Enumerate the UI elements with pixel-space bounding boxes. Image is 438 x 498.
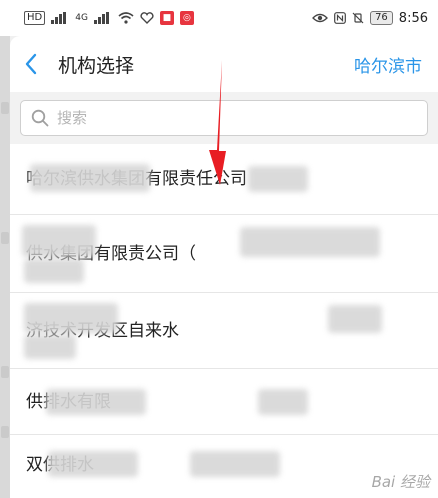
org-select-sheet: 机构选择 哈尔滨市 哈尔滨供水集团有限责任公司 供水集团有限责公司（ 济技术开发… [10,36,438,498]
background-ghost [1,232,9,244]
search-bar [10,92,438,144]
redaction-blur [24,303,118,333]
search-box[interactable] [20,100,428,136]
back-button[interactable] [10,36,52,92]
search-input[interactable] [57,109,417,127]
background-ghost [1,426,9,438]
clock: 8:56 [398,10,428,26]
signal-icon-2 [93,12,109,24]
wifi-icon [118,12,134,24]
redaction-blur [190,451,280,477]
redaction-blur [22,225,96,257]
background-app-edge [0,36,10,498]
org-list-item[interactable]: 供水集团有限责公司（ [10,215,438,293]
app-notification-icon-2: ◎ [179,11,194,25]
network-type: 4G [75,13,88,23]
battery-indicator: 76 [370,11,393,25]
title-bar: 机构选择 哈尔滨市 [10,36,438,92]
eye-icon [312,13,328,23]
redaction-blur [46,389,146,415]
signal-icon [51,12,67,24]
org-list-item[interactable]: 哈尔滨供水集团有限责任公司 [10,144,438,215]
status-bar: HD 4G ■ ◎ 76 8:56 [0,0,438,36]
redaction-blur [24,335,76,359]
nfc-icon [334,12,346,24]
city-select-button[interactable]: 哈尔滨市 [354,36,422,92]
background-ghost [1,366,9,378]
redaction-blur [240,227,380,257]
chevron-left-icon [25,53,37,75]
redaction-blur [248,166,308,192]
redaction-blur [30,164,150,192]
hd-indicator: HD [24,11,46,25]
redaction-blur [258,389,308,415]
status-left: HD 4G ■ ◎ [24,11,194,25]
redaction-blur [48,451,138,477]
org-list-item[interactable]: 济技术开发区自来水 [10,293,438,369]
page-title: 机构选择 [58,54,135,77]
search-icon [31,109,49,127]
background-ghost [1,102,9,114]
org-list: 哈尔滨供水集团有限责任公司 供水集团有限责公司（ 济技术开发区自来水 供排水有限… [10,144,438,495]
org-list-item[interactable]: 供排水有限 [10,369,438,435]
mute-icon [352,12,364,24]
app-notification-icon: ■ [159,11,174,25]
redaction-blur [328,305,382,333]
status-right: 76 8:56 [312,11,428,26]
heart-icon [140,12,154,24]
watermark: Bai 经验 [371,473,430,491]
redaction-blur [24,259,84,283]
